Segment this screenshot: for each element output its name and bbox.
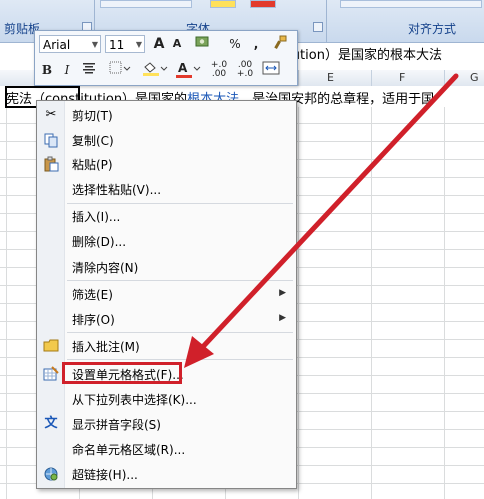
grow-font-label: A xyxy=(153,36,165,52)
menu-separator xyxy=(67,332,293,333)
font-name-value: Arial xyxy=(43,38,71,52)
scissors-icon: ✂ xyxy=(45,107,57,122)
ribbon-font-controls[interactable] xyxy=(100,0,192,8)
accounting-format-icon xyxy=(195,36,209,47)
formula-bar-text[interactable]: titution）是国家的根本大法 xyxy=(278,44,442,63)
borders-button[interactable] xyxy=(107,61,133,79)
increase-decimal-label: +.0 .00 xyxy=(210,60,228,79)
hyperlink-icon xyxy=(43,466,59,482)
menu-item-name-range[interactable]: 命名单元格区域(R)... xyxy=(37,438,296,460)
menu-item-insert-comment[interactable]: 插入批注(M) xyxy=(37,335,296,357)
bold-label: B xyxy=(41,63,53,77)
menu-separator xyxy=(67,359,293,360)
center-align-button[interactable] xyxy=(81,61,97,79)
paint-bucket-icon xyxy=(143,62,168,76)
menu-item-label: 排序(O) xyxy=(72,313,115,327)
menu-item-label: 从下拉列表中选择(K)... xyxy=(72,393,197,407)
copy-icon xyxy=(43,132,59,148)
column-header-e[interactable]: E xyxy=(327,71,334,84)
font-name-combo[interactable]: Arial ▼ xyxy=(39,35,101,53)
menu-item-paste-special[interactable]: 选择性粘贴(V)... xyxy=(37,178,296,200)
menu-item-label: 命名单元格区域(R)... xyxy=(72,443,186,457)
chevron-down-icon: ▼ xyxy=(135,40,142,49)
menu-item-label: 剪切(T) xyxy=(72,109,113,123)
chevron-down-icon: ▼ xyxy=(91,40,98,49)
column-header-f[interactable]: F xyxy=(399,71,405,84)
fill-color-button[interactable] xyxy=(141,61,169,79)
increase-decimal-button[interactable]: +.0 .00 xyxy=(207,61,231,79)
menu-item-insert[interactable]: 插入(I)... xyxy=(37,205,296,227)
shrink-font-button[interactable]: A xyxy=(169,35,185,53)
menu-item-label: 插入(I)... xyxy=(72,210,121,224)
italic-button[interactable]: I xyxy=(59,61,75,79)
grow-font-button[interactable]: A xyxy=(151,35,167,53)
submenu-arrow-icon: ▶ xyxy=(279,313,286,323)
annotation-highlight-box xyxy=(62,362,182,384)
shrink-font-label: A xyxy=(172,37,182,50)
menu-item-copy[interactable]: 复制(C) xyxy=(37,129,296,151)
comment-icon xyxy=(43,338,59,354)
menu-separator xyxy=(67,280,293,281)
menu-item-show-phonetic[interactable]: 文 显示拼音字段(S) xyxy=(37,413,296,435)
decrease-decimal-label: .00 +.0 xyxy=(236,60,254,79)
column-header-g[interactable]: G xyxy=(470,71,479,84)
center-align-icon xyxy=(83,63,95,74)
column-divider xyxy=(371,70,372,86)
percent-label: % xyxy=(229,37,241,51)
fill-color-button[interactable] xyxy=(210,0,236,8)
menu-item-label: 选择性粘贴(V)... xyxy=(72,183,162,197)
format-cells-icon xyxy=(43,366,59,382)
merge-center-button[interactable] xyxy=(261,61,281,79)
borders-icon xyxy=(109,61,131,74)
accounting-format-button[interactable] xyxy=(191,35,217,53)
menu-item-clear-contents[interactable]: 清除内容(N) xyxy=(37,256,296,278)
menu-item-delete[interactable]: 删除(D)... xyxy=(37,230,296,252)
menu-item-filter[interactable]: 筛选(E) ▶ xyxy=(37,283,296,305)
menu-item-paste[interactable]: 粘贴(P) xyxy=(37,153,296,175)
group-separator xyxy=(326,0,327,42)
format-painter-button[interactable] xyxy=(271,35,289,53)
bold-button[interactable]: B xyxy=(39,61,55,79)
submenu-arrow-icon: ▶ xyxy=(279,288,286,298)
menu-item-label: 复制(C) xyxy=(72,134,114,148)
font-size-value: 11 xyxy=(109,38,125,52)
menu-item-label: 超链接(H)... xyxy=(72,468,138,482)
phonetic-icon: 文 xyxy=(44,416,58,431)
format-painter-icon xyxy=(274,35,287,49)
menu-item-label: 删除(D)... xyxy=(72,235,127,249)
comma-label: , xyxy=(253,37,259,51)
column-divider xyxy=(298,70,299,86)
menu-item-pick-from-list[interactable]: 从下拉列表中选择(K)... xyxy=(37,388,296,410)
menu-item-label: 清除内容(N) xyxy=(72,261,139,275)
menu-item-label: 粘贴(P) xyxy=(72,158,113,172)
menu-item-label: 插入批注(M) xyxy=(72,340,140,354)
mini-toolbar: Arial ▼ 11 ▼ A A % , B I A +.0 .00 .00 +.0 xyxy=(34,30,298,86)
merge-cells-icon xyxy=(262,61,280,75)
alignment-group-label: 对齐方式 xyxy=(408,22,457,36)
font-size-combo[interactable]: 11 ▼ xyxy=(105,35,145,53)
font-color-button[interactable] xyxy=(250,0,276,8)
column-divider xyxy=(444,70,445,86)
menu-separator xyxy=(67,203,293,204)
menu-item-label: 筛选(E) xyxy=(72,288,113,302)
ribbon-align-controls[interactable] xyxy=(340,0,482,8)
font-color-button[interactable]: A xyxy=(175,61,203,79)
menu-item-sort[interactable]: 排序(O) ▶ xyxy=(37,308,296,330)
menu-item-cut[interactable]: ✂ 剪切(T) xyxy=(37,104,296,126)
decrease-decimal-button[interactable]: .00 +.0 xyxy=(233,61,257,79)
menu-item-label: 显示拼音字段(S) xyxy=(72,418,161,432)
comma-style-button[interactable]: , xyxy=(249,35,263,53)
font-color-swatch xyxy=(176,75,192,78)
context-menu: ✂ 剪切(T) 复制(C) 粘贴(P) 选择性粘贴(V)... 插入(I)...… xyxy=(36,100,297,489)
italic-label: I xyxy=(64,63,70,77)
font-launcher[interactable] xyxy=(313,22,323,32)
menu-item-hyperlink[interactable]: 超链接(H)... xyxy=(37,463,296,485)
chevron-down-icon xyxy=(193,66,201,71)
percent-style-button[interactable]: % xyxy=(227,35,243,53)
paste-icon xyxy=(43,156,59,172)
